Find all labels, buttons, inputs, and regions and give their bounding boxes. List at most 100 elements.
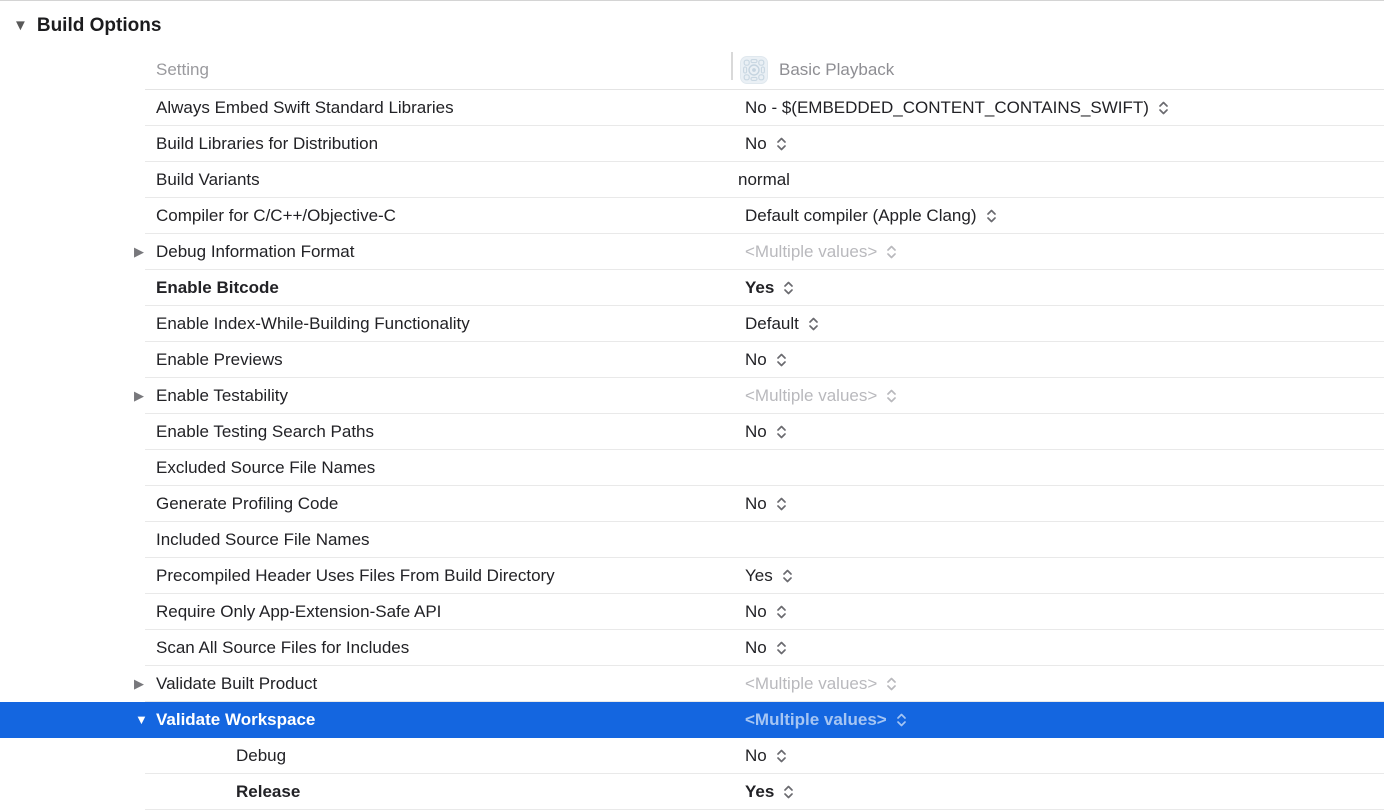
setting-value-popup[interactable]: No — [731, 738, 1384, 774]
setting-value-popup[interactable]: No — [731, 486, 1384, 522]
table-row[interactable]: ▶Validate Built Product<Multiple values> — [0, 666, 1384, 702]
setting-value-text: No — [745, 638, 767, 658]
setting-label: Require Only App-Extension-Safe API — [156, 594, 441, 630]
setting-label: Generate Profiling Code — [156, 486, 338, 522]
table-header: Setting Basic Playback — [0, 50, 1384, 90]
setting-value-text: No — [745, 746, 767, 766]
disclosure-expanded-icon[interactable]: ▼ — [135, 702, 148, 738]
stepper-chevrons-icon — [776, 640, 787, 656]
disclosure-collapsed-icon[interactable]: ▶ — [134, 666, 144, 702]
column-header-target[interactable]: Basic Playback — [740, 50, 894, 90]
table-row[interactable]: Enable Bitcode Yes — [0, 270, 1384, 306]
section-title: Build Options — [37, 15, 162, 37]
setting-value-popup[interactable]: Default compiler (Apple Clang) — [731, 198, 1384, 234]
setting-label: Release — [236, 774, 300, 810]
section-header: ▼ Build Options — [0, 1, 1384, 50]
build-settings-pane: ▼ Build Options Setting — [0, 0, 1384, 810]
stepper-chevrons-icon — [776, 496, 787, 512]
setting-value-popup[interactable]: No — [731, 342, 1384, 378]
setting-value-text: No — [745, 422, 767, 442]
column-header-target-label: Basic Playback — [779, 60, 894, 80]
setting-label: Scan All Source Files for Includes — [156, 630, 409, 666]
table-row[interactable]: Scan All Source Files for Includes No — [0, 630, 1384, 666]
setting-value-text: No — [745, 494, 767, 514]
table-row[interactable]: Always Embed Swift Standard Libraries No … — [0, 90, 1384, 126]
section-disclosure-expanded-icon[interactable]: ▼ — [13, 18, 28, 33]
table-row[interactable]: Require Only App-Extension-Safe API No — [0, 594, 1384, 630]
setting-value-text: No — [745, 134, 767, 154]
setting-value-popup[interactable]: <Multiple values> — [731, 666, 1384, 702]
stepper-chevrons-icon — [1158, 100, 1169, 116]
table-row[interactable]: Build Variants normal — [0, 162, 1384, 198]
setting-value-popup[interactable]: No — [731, 126, 1384, 162]
table-row[interactable]: ▶Enable Testability<Multiple values> — [0, 378, 1384, 414]
table-row[interactable]: Build Libraries for Distribution No — [0, 126, 1384, 162]
setting-value-popup[interactable]: No - $(EMBEDDED_CONTENT_CONTAINS_SWIFT) — [731, 90, 1384, 126]
table-row[interactable]: Release Yes — [0, 774, 1384, 810]
setting-value-popup[interactable]: <Multiple values> — [731, 234, 1384, 270]
setting-value: normal — [731, 162, 1384, 198]
setting-label: Included Source File Names — [156, 522, 370, 558]
table-row[interactable]: Enable Index-While-Building Functionalit… — [0, 306, 1384, 342]
table-row[interactable]: Debug No — [0, 738, 1384, 774]
setting-label: Validate Workspace — [156, 702, 315, 738]
setting-value — [731, 450, 1384, 486]
stepper-chevrons-icon — [896, 712, 907, 728]
setting-label: Compiler for C/C++/Objective-C — [156, 198, 396, 234]
stepper-chevrons-icon — [782, 568, 793, 584]
column-header-setting[interactable]: Setting — [156, 50, 209, 90]
setting-label: Excluded Source File Names — [156, 450, 375, 486]
setting-label: Enable Index-While-Building Functionalit… — [156, 306, 470, 342]
setting-value-text: <Multiple values> — [745, 674, 877, 694]
setting-label: Precompiled Header Uses Files From Build… — [156, 558, 555, 594]
stepper-chevrons-icon — [776, 136, 787, 152]
setting-value-popup[interactable]: No — [731, 630, 1384, 666]
setting-label: Always Embed Swift Standard Libraries — [156, 90, 454, 126]
table-row[interactable]: ▶ Debug Information Format <Multiple value… — [0, 234, 1384, 270]
setting-value-text: No — [745, 602, 767, 622]
setting-label: Debug Information Format — [156, 234, 354, 270]
table-row[interactable]: Excluded Source File Names — [0, 450, 1384, 486]
column-divider[interactable] — [731, 52, 733, 80]
stepper-chevrons-icon — [776, 604, 787, 620]
setting-value-text: No — [745, 350, 767, 370]
setting-value-popup[interactable]: Yes — [731, 774, 1384, 810]
table-row[interactable]: Compiler for C/C++/Objective-C Default co… — [0, 198, 1384, 234]
setting-value-text: Yes — [745, 566, 773, 586]
stepper-chevrons-icon — [776, 424, 787, 440]
table-row[interactable]: Precompiled Header Uses Files From Build… — [0, 558, 1384, 594]
table-row[interactable]: Generate Profiling Code No — [0, 486, 1384, 522]
setting-value-popup[interactable]: Yes — [731, 558, 1384, 594]
setting-value-popup[interactable]: <Multiple values> — [731, 702, 1384, 738]
table-row[interactable]: Enable Previews No — [0, 342, 1384, 378]
setting-label: Debug — [236, 738, 286, 774]
table-row[interactable]: Included Source File Names — [0, 522, 1384, 558]
stepper-chevrons-icon — [808, 316, 819, 332]
setting-value-text: Yes — [745, 782, 774, 802]
setting-value-text: <Multiple values> — [745, 242, 877, 262]
app-target-icon — [740, 56, 768, 84]
stepper-chevrons-icon — [886, 244, 897, 260]
setting-value-popup[interactable]: No — [731, 594, 1384, 630]
setting-label: Build Variants — [156, 162, 260, 198]
disclosure-collapsed-icon[interactable]: ▶ — [134, 234, 144, 270]
stepper-chevrons-icon — [783, 784, 794, 800]
setting-label: Enable Previews — [156, 342, 283, 378]
table-row[interactable]: Enable Testing Search PathsNo — [0, 414, 1384, 450]
setting-label: Build Libraries for Distribution — [156, 126, 378, 162]
disclosure-collapsed-icon[interactable]: ▶ — [134, 378, 144, 414]
setting-label: Enable Bitcode — [156, 270, 279, 306]
stepper-chevrons-icon — [783, 280, 794, 296]
setting-value-popup[interactable]: No — [731, 414, 1384, 450]
stepper-chevrons-icon — [886, 676, 897, 692]
setting-value-popup[interactable]: Yes — [731, 270, 1384, 306]
setting-value — [731, 522, 1384, 558]
table-row[interactable]: ▼Validate Workspace <Multiple values> — [0, 702, 1384, 738]
setting-value-text: Default compiler (Apple Clang) — [745, 206, 977, 226]
setting-value-text: normal — [738, 170, 790, 190]
setting-value-text: No - $(EMBEDDED_CONTENT_CONTAINS_SWIFT) — [745, 98, 1149, 118]
setting-value-text: <Multiple values> — [745, 710, 887, 730]
setting-value-popup[interactable]: Default — [731, 306, 1384, 342]
setting-value-popup[interactable]: <Multiple values> — [731, 378, 1384, 414]
setting-value-text: Yes — [745, 278, 774, 298]
